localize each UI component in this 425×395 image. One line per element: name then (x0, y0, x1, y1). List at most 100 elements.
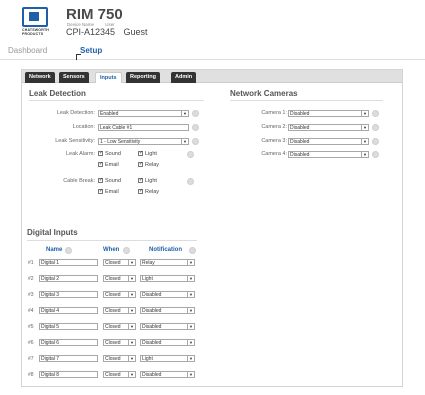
digital-5-name-input[interactable]: Digital 5 (39, 323, 98, 330)
cable-break-light-checkbox[interactable]: Light (138, 177, 157, 184)
tab-network[interactable]: Network (25, 72, 55, 83)
digital-7-name-input[interactable]: Digital 7 (39, 355, 98, 362)
chevron-down-icon: ▼ (361, 125, 368, 130)
column-name-header: Name (46, 247, 63, 253)
location-label: Location: (72, 124, 95, 130)
help-icon[interactable] (123, 247, 130, 254)
leak-alarm-light-checkbox[interactable]: Light (138, 150, 157, 157)
chevron-down-icon: ▼ (128, 276, 135, 281)
help-icon[interactable] (65, 247, 72, 254)
help-icon[interactable] (192, 138, 199, 145)
camera-1-label: Camera 1: (261, 110, 287, 116)
chatsworth-logo: CHATSWORTH PRODUCTS (22, 7, 50, 36)
chevron-down-icon: ▼ (187, 340, 194, 345)
tab-admin[interactable]: Admin (171, 72, 197, 83)
row-number: #6 (28, 340, 34, 346)
camera-3-label: Camera 3: (261, 138, 287, 144)
digital-5-when-select[interactable]: Closed ▼ (103, 323, 136, 330)
chevron-down-icon: ▼ (128, 356, 135, 361)
setup-panel: Network Sensors Inputs Reporting Admin L… (21, 69, 403, 387)
digital-8-name-input[interactable]: Digital 8 (39, 371, 98, 378)
camera-2-label: Camera 2: (261, 124, 287, 130)
row-number: #3 (28, 292, 34, 298)
row-number: #8 (28, 372, 34, 378)
divider (230, 100, 383, 101)
chevron-down-icon: ▼ (187, 356, 194, 361)
chevron-down-icon: ▼ (128, 292, 135, 297)
help-icon[interactable] (372, 110, 379, 117)
digital-8-notification-select[interactable]: Disabled ▼ (140, 371, 195, 378)
row-number: #2 (28, 276, 34, 282)
digital-2-name-input[interactable]: Digital 2 (39, 275, 98, 282)
cable-break-sound-checkbox[interactable]: Sound (98, 177, 121, 184)
digital-3-name-input[interactable]: Digital 3 (39, 291, 98, 298)
nav-setup[interactable]: Setup (80, 46, 102, 55)
camera-3-select[interactable]: Disabled ▼ (288, 138, 369, 145)
location-input[interactable]: Leak Cable #1 (98, 124, 189, 131)
column-notification-header: Notification (149, 247, 182, 253)
cable-break-email-checkbox[interactable]: Email (98, 188, 119, 195)
help-icon[interactable] (192, 110, 199, 117)
digital-6-notification-select[interactable]: Disabled ▼ (140, 339, 195, 346)
camera-4-label: Camera 4: (261, 151, 287, 157)
digital-5-notification-select[interactable]: Disabled ▼ (140, 323, 195, 330)
help-icon[interactable] (187, 178, 194, 185)
leak-alarm-email-checkbox[interactable]: Email (98, 161, 119, 168)
tab-sensors[interactable]: Sensors (59, 72, 89, 83)
digital-2-when-select[interactable]: Closed ▼ (103, 275, 136, 282)
help-icon[interactable] (192, 124, 199, 131)
digital-3-notification-select[interactable]: Disabled ▼ (140, 291, 195, 298)
chevron-down-icon: ▼ (128, 372, 135, 377)
chevron-down-icon: ▼ (128, 324, 135, 329)
digital-4-when-select[interactable]: Closed ▼ (103, 307, 136, 314)
help-icon[interactable] (372, 124, 379, 131)
leak-detection-label: Leak Detection: (56, 110, 95, 116)
digital-3-when-select[interactable]: Closed ▼ (103, 291, 136, 298)
cable-break-relay-checkbox[interactable]: Relay (138, 188, 159, 195)
camera-4-select[interactable]: Disabled ▼ (288, 151, 369, 158)
camera-1-select[interactable]: Disabled ▼ (288, 110, 369, 117)
digital-4-notification-select[interactable]: Disabled ▼ (140, 307, 195, 314)
digital-1-name-input[interactable]: Digital 1 (39, 259, 98, 266)
chevron-down-icon: ▼ (181, 139, 188, 144)
chevron-down-icon: ▼ (187, 308, 194, 313)
leak-detection-title: Leak Detection (29, 89, 86, 98)
digital-2-notification-select[interactable]: Light ▼ (140, 275, 195, 282)
chevron-down-icon: ▼ (181, 111, 188, 116)
digital-1-notification-select[interactable]: Relay ▼ (140, 259, 195, 266)
logo-mark-icon (22, 7, 48, 27)
digital-4-name-input[interactable]: Digital 4 (39, 307, 98, 314)
help-icon[interactable] (189, 247, 196, 254)
tab-reporting[interactable]: Reporting (126, 72, 160, 83)
digital-6-name-input[interactable]: Digital 6 (39, 339, 98, 346)
nav-dashboard[interactable]: Dashboard (8, 46, 47, 55)
chevron-down-icon: ▼ (361, 139, 368, 144)
device-meta-values: CPI-A12345 Guest (66, 27, 154, 37)
help-icon[interactable] (372, 151, 379, 158)
digital-1-when-select[interactable]: Closed ▼ (103, 259, 136, 266)
chevron-down-icon: ▼ (187, 260, 194, 265)
leak-alarm-relay-checkbox[interactable]: Relay (138, 161, 159, 168)
divider (27, 240, 197, 241)
row-number: #5 (28, 324, 34, 330)
leak-detection-select[interactable]: Enabled ▼ (98, 110, 189, 117)
device-model: RIM 750 (66, 6, 123, 23)
logo-wordmark: CHATSWORTH PRODUCTS (22, 28, 50, 36)
leak-sensitivity-select[interactable]: 1 - Low Sensitivity ▼ (98, 138, 189, 145)
help-icon[interactable] (187, 151, 194, 158)
camera-2-select[interactable]: Disabled ▼ (288, 124, 369, 131)
digital-7-notification-select[interactable]: Light ▼ (140, 355, 195, 362)
cable-break-label: Cable Break: (63, 178, 95, 184)
divider (29, 100, 204, 101)
digital-7-when-select[interactable]: Closed ▼ (103, 355, 136, 362)
leak-alarm-label: Leak Alarm: (65, 151, 95, 157)
header: CHATSWORTH PRODUCTS RIM 750 Device Name … (0, 0, 425, 44)
help-icon[interactable] (372, 138, 379, 145)
digital-8-when-select[interactable]: Closed ▼ (103, 371, 136, 378)
digital-6-when-select[interactable]: Closed ▼ (103, 339, 136, 346)
leak-alarm-sound-checkbox[interactable]: Sound (98, 150, 121, 157)
mouse-cursor-icon (76, 54, 81, 60)
chevron-down-icon: ▼ (128, 340, 135, 345)
leak-sensitivity-label: Leak Sensitivity: (55, 138, 95, 144)
tab-inputs[interactable]: Inputs (95, 72, 122, 83)
